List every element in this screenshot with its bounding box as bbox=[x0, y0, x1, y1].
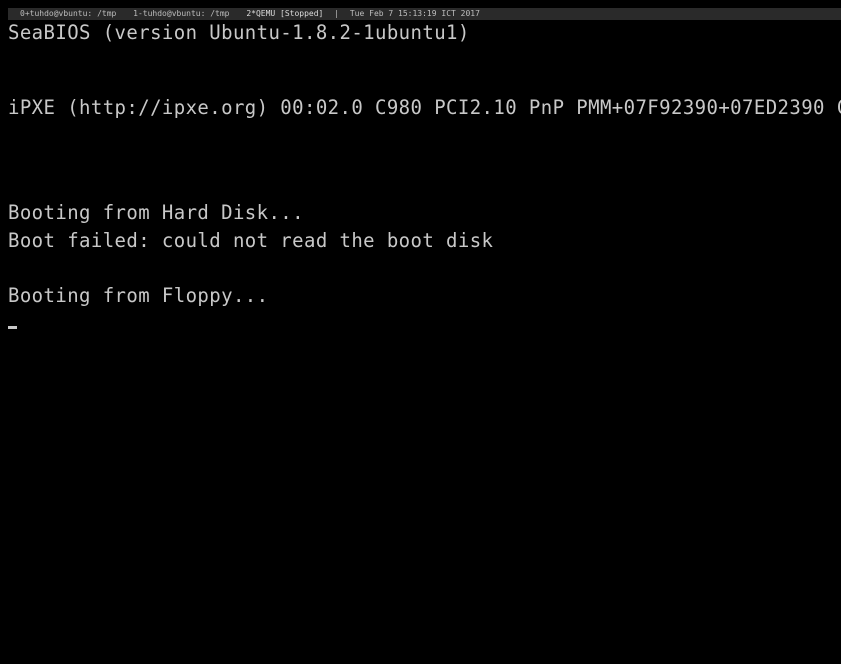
boot-failed-line: Boot failed: could not read the boot dis… bbox=[8, 229, 494, 253]
booting-hard-disk-line: Booting from Hard Disk... bbox=[8, 201, 304, 225]
booting-floppy-line: Booting from Floppy... bbox=[8, 284, 269, 308]
seabios-version-line: SeaBIOS (version Ubuntu-1.8.2-1ubuntu1) bbox=[8, 21, 470, 45]
ipxe-info-line: iPXE (http://ipxe.org) 00:02.0 C980 PCI2… bbox=[8, 96, 841, 120]
text-cursor bbox=[8, 326, 17, 329]
boot-console-output: SeaBIOS (version Ubuntu-1.8.2-1ubuntu1) … bbox=[0, 0, 841, 664]
qemu-console-screen[interactable]: 0+tuhdo@vbuntu: /tmp 1-tuhdo@vbuntu: /tm… bbox=[0, 0, 841, 664]
